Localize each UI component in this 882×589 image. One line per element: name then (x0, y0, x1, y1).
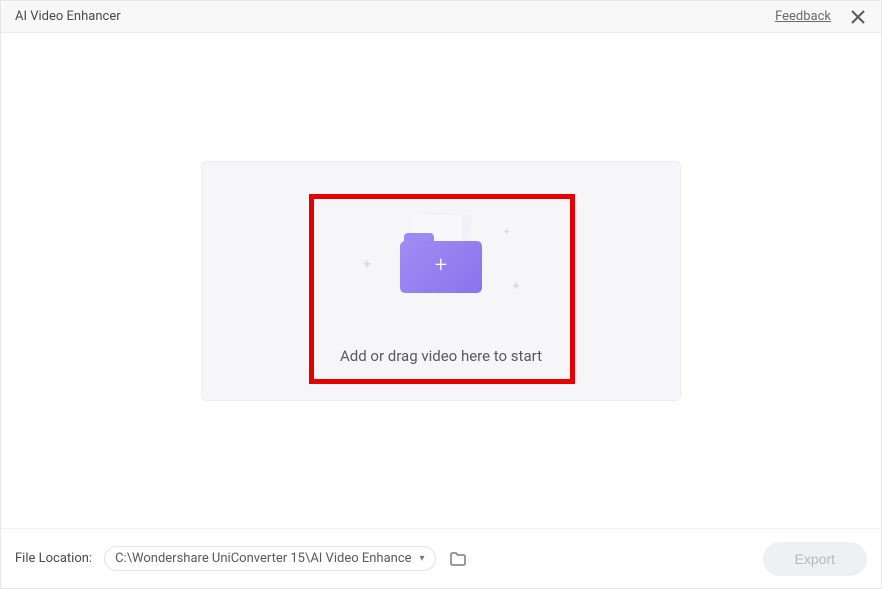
chevron-down-icon: ▾ (420, 553, 425, 564)
sparkle-icon: ✦ (511, 279, 521, 293)
titlebar: AI Video Enhancer Feedback (1, 1, 881, 33)
close-icon (851, 10, 865, 24)
sparkle-icon: ✦ (503, 227, 511, 238)
content-area: + ✦ ✦ ✦ Add or drag video here to start (1, 33, 881, 528)
export-button[interactable]: Export (763, 542, 867, 576)
bottombar: File Location: C:\Wondershare UniConvert… (1, 528, 881, 588)
folder-icon (450, 552, 466, 566)
feedback-link[interactable]: Feedback (775, 9, 831, 24)
file-location-path: C:\Wondershare UniConverter 15\AI Video … (115, 551, 411, 566)
plus-icon: + (435, 255, 447, 277)
close-button[interactable] (849, 8, 867, 26)
file-location-label: File Location: (15, 551, 92, 566)
folder-icon: + (400, 233, 482, 293)
window: AI Video Enhancer Feedback + ✦ ✦ (0, 0, 882, 589)
open-folder-button[interactable] (448, 549, 468, 569)
dropzone-graphic: + ✦ ✦ ✦ (361, 207, 521, 307)
dropzone-text: Add or drag video here to start (340, 347, 542, 365)
window-title: AI Video Enhancer (15, 9, 121, 24)
video-dropzone[interactable]: + ✦ ✦ ✦ Add or drag video here to start (201, 161, 681, 401)
sparkle-icon: ✦ (361, 257, 373, 273)
file-location-select[interactable]: C:\Wondershare UniConverter 15\AI Video … (104, 546, 436, 571)
